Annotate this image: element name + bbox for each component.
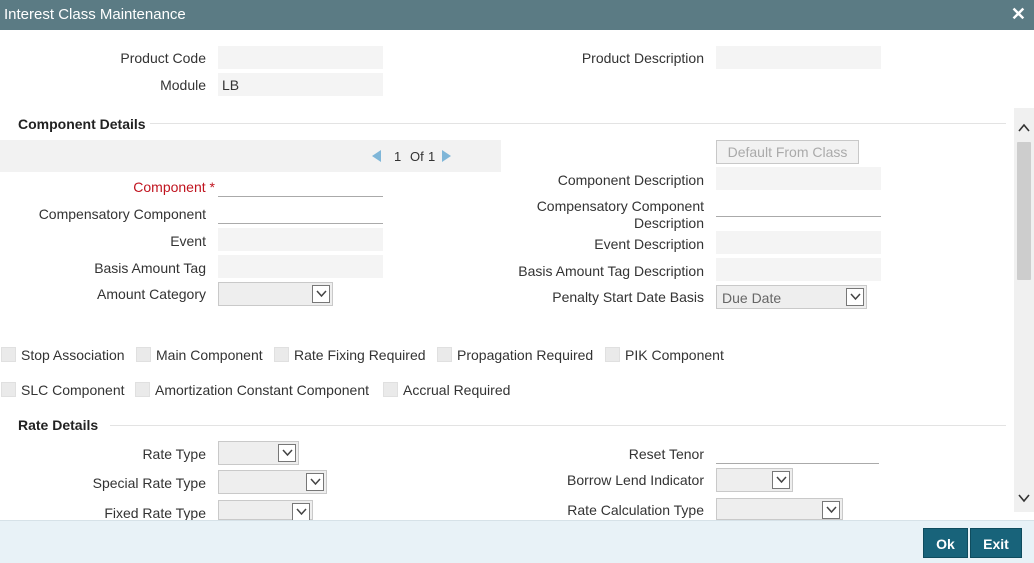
- compensatory-component-description-field[interactable]: [716, 194, 881, 217]
- footer-bar: Ok Exit: [0, 520, 1034, 563]
- component-field[interactable]: [218, 174, 383, 197]
- rate-fixing-required-label: Rate Fixing Required: [294, 347, 426, 363]
- compensatory-component-field[interactable]: [218, 201, 383, 224]
- event-label: Event: [170, 233, 206, 249]
- main-component-checkbox[interactable]: [136, 347, 151, 362]
- exit-button[interactable]: Exit: [970, 528, 1022, 558]
- stop-association-checkbox[interactable]: [1, 347, 16, 362]
- propagation-required-label: Propagation Required: [457, 347, 594, 363]
- chevron-down-icon[interactable]: [306, 473, 324, 491]
- pik-component-checkbox[interactable]: [605, 347, 620, 362]
- record-pager: 1 Of 1: [0, 140, 501, 172]
- borrow-lend-indicator-select[interactable]: [716, 468, 793, 492]
- special-rate-type-label: Special Rate Type: [92, 475, 206, 491]
- event-description-field[interactable]: [716, 231, 881, 254]
- rate-details-heading: Rate Details: [18, 417, 99, 433]
- module-label: Module: [160, 77, 206, 93]
- event-field[interactable]: [218, 228, 383, 251]
- slc-component-checkbox[interactable]: [1, 382, 16, 397]
- window-title: Interest Class Maintenance: [4, 6, 186, 23]
- compensatory-component-description-label-line2: Description: [633, 215, 704, 231]
- chevron-down-icon[interactable]: [278, 444, 296, 462]
- rate-type-label: Rate Type: [142, 446, 206, 462]
- accrual-required-label: Accrual Required: [403, 382, 511, 398]
- pager-total: 1: [428, 149, 436, 164]
- penalty-start-date-basis-value: Due Date: [722, 290, 782, 306]
- product-description-field[interactable]: [716, 46, 881, 69]
- amortization-constant-component-label: Amortization Constant Component: [155, 382, 369, 398]
- basis-amount-tag-description-field[interactable]: [716, 258, 881, 281]
- chevron-down-icon[interactable]: [292, 503, 310, 521]
- chevron-down-icon[interactable]: [846, 288, 864, 306]
- propagation-required-checkbox[interactable]: [437, 347, 452, 362]
- main-component-label: Main Component: [156, 347, 263, 363]
- rate-calculation-type-select[interactable]: [716, 498, 843, 520]
- product-description-label: Product Description: [581, 50, 704, 66]
- chevron-down-icon[interactable]: [312, 285, 330, 303]
- reset-tenor-field[interactable]: [716, 441, 879, 464]
- module-field[interactable]: [218, 73, 383, 96]
- pager-of-label: Of: [410, 149, 424, 164]
- component-label-text: Component: [133, 179, 206, 195]
- pik-component-label: PIK Component: [625, 347, 724, 363]
- rate-type-select[interactable]: [218, 441, 299, 465]
- chevron-down-icon[interactable]: [772, 471, 790, 489]
- component-description-field[interactable]: [716, 167, 881, 190]
- basis-amount-tag-label: Basis Amount Tag: [94, 260, 206, 276]
- product-code-field[interactable]: [218, 46, 383, 69]
- close-icon[interactable]: ✕: [1011, 4, 1026, 25]
- scrollbar-thumb[interactable]: [1017, 142, 1031, 280]
- default-from-class-button[interactable]: Default From Class: [716, 140, 859, 164]
- required-star: *: [209, 179, 215, 195]
- title-bar: Interest Class Maintenance ✕: [0, 0, 1034, 30]
- amount-category-select[interactable]: [218, 282, 333, 306]
- amortization-constant-component-checkbox[interactable]: [135, 382, 150, 397]
- pager-current: 1: [394, 149, 402, 164]
- ok-button[interactable]: Ok: [923, 528, 968, 558]
- section-divider: [150, 123, 1006, 124]
- next-record-icon[interactable]: [442, 150, 451, 162]
- special-rate-type-select[interactable]: [218, 470, 327, 494]
- event-description-label: Event Description: [594, 236, 704, 252]
- stop-association-label: Stop Association: [21, 347, 125, 363]
- fixed-rate-type-select[interactable]: [218, 500, 313, 521]
- section-divider: [110, 425, 1006, 426]
- accrual-required-checkbox[interactable]: [383, 382, 398, 397]
- component-description-label: Component Description: [557, 172, 704, 188]
- compensatory-component-description-label-line1: Compensatory Component: [536, 198, 704, 214]
- compensatory-component-description-label: Compensatory Component Description: [537, 198, 704, 232]
- penalty-start-date-basis-label: Penalty Start Date Basis: [552, 289, 704, 305]
- borrow-lend-indicator-label: Borrow Lend Indicator: [567, 472, 704, 488]
- slc-component-label: SLC Component: [21, 382, 125, 398]
- previous-record-icon[interactable]: [372, 150, 381, 162]
- rate-calculation-type-label: Rate Calculation Type: [567, 502, 704, 518]
- scroll-down-icon[interactable]: [1016, 490, 1032, 506]
- amount-category-label: Amount Category: [97, 286, 206, 302]
- scroll-up-icon[interactable]: [1016, 120, 1032, 136]
- compensatory-component-label: Compensatory Component: [38, 206, 206, 222]
- basis-amount-tag-description-label: Basis Amount Tag Description: [518, 263, 704, 279]
- chevron-down-icon[interactable]: [822, 501, 840, 519]
- component-details-heading: Component Details: [18, 116, 146, 132]
- fixed-rate-type-label: Fixed Rate Type: [104, 505, 206, 521]
- basis-amount-tag-field[interactable]: [218, 255, 383, 278]
- vertical-scrollbar[interactable]: [1014, 108, 1034, 512]
- rate-fixing-required-checkbox[interactable]: [274, 347, 289, 362]
- product-code-label: Product Code: [120, 50, 206, 66]
- reset-tenor-label: Reset Tenor: [628, 446, 704, 462]
- component-label: Component *: [133, 179, 215, 195]
- penalty-start-date-basis-select[interactable]: Due Date: [716, 285, 867, 309]
